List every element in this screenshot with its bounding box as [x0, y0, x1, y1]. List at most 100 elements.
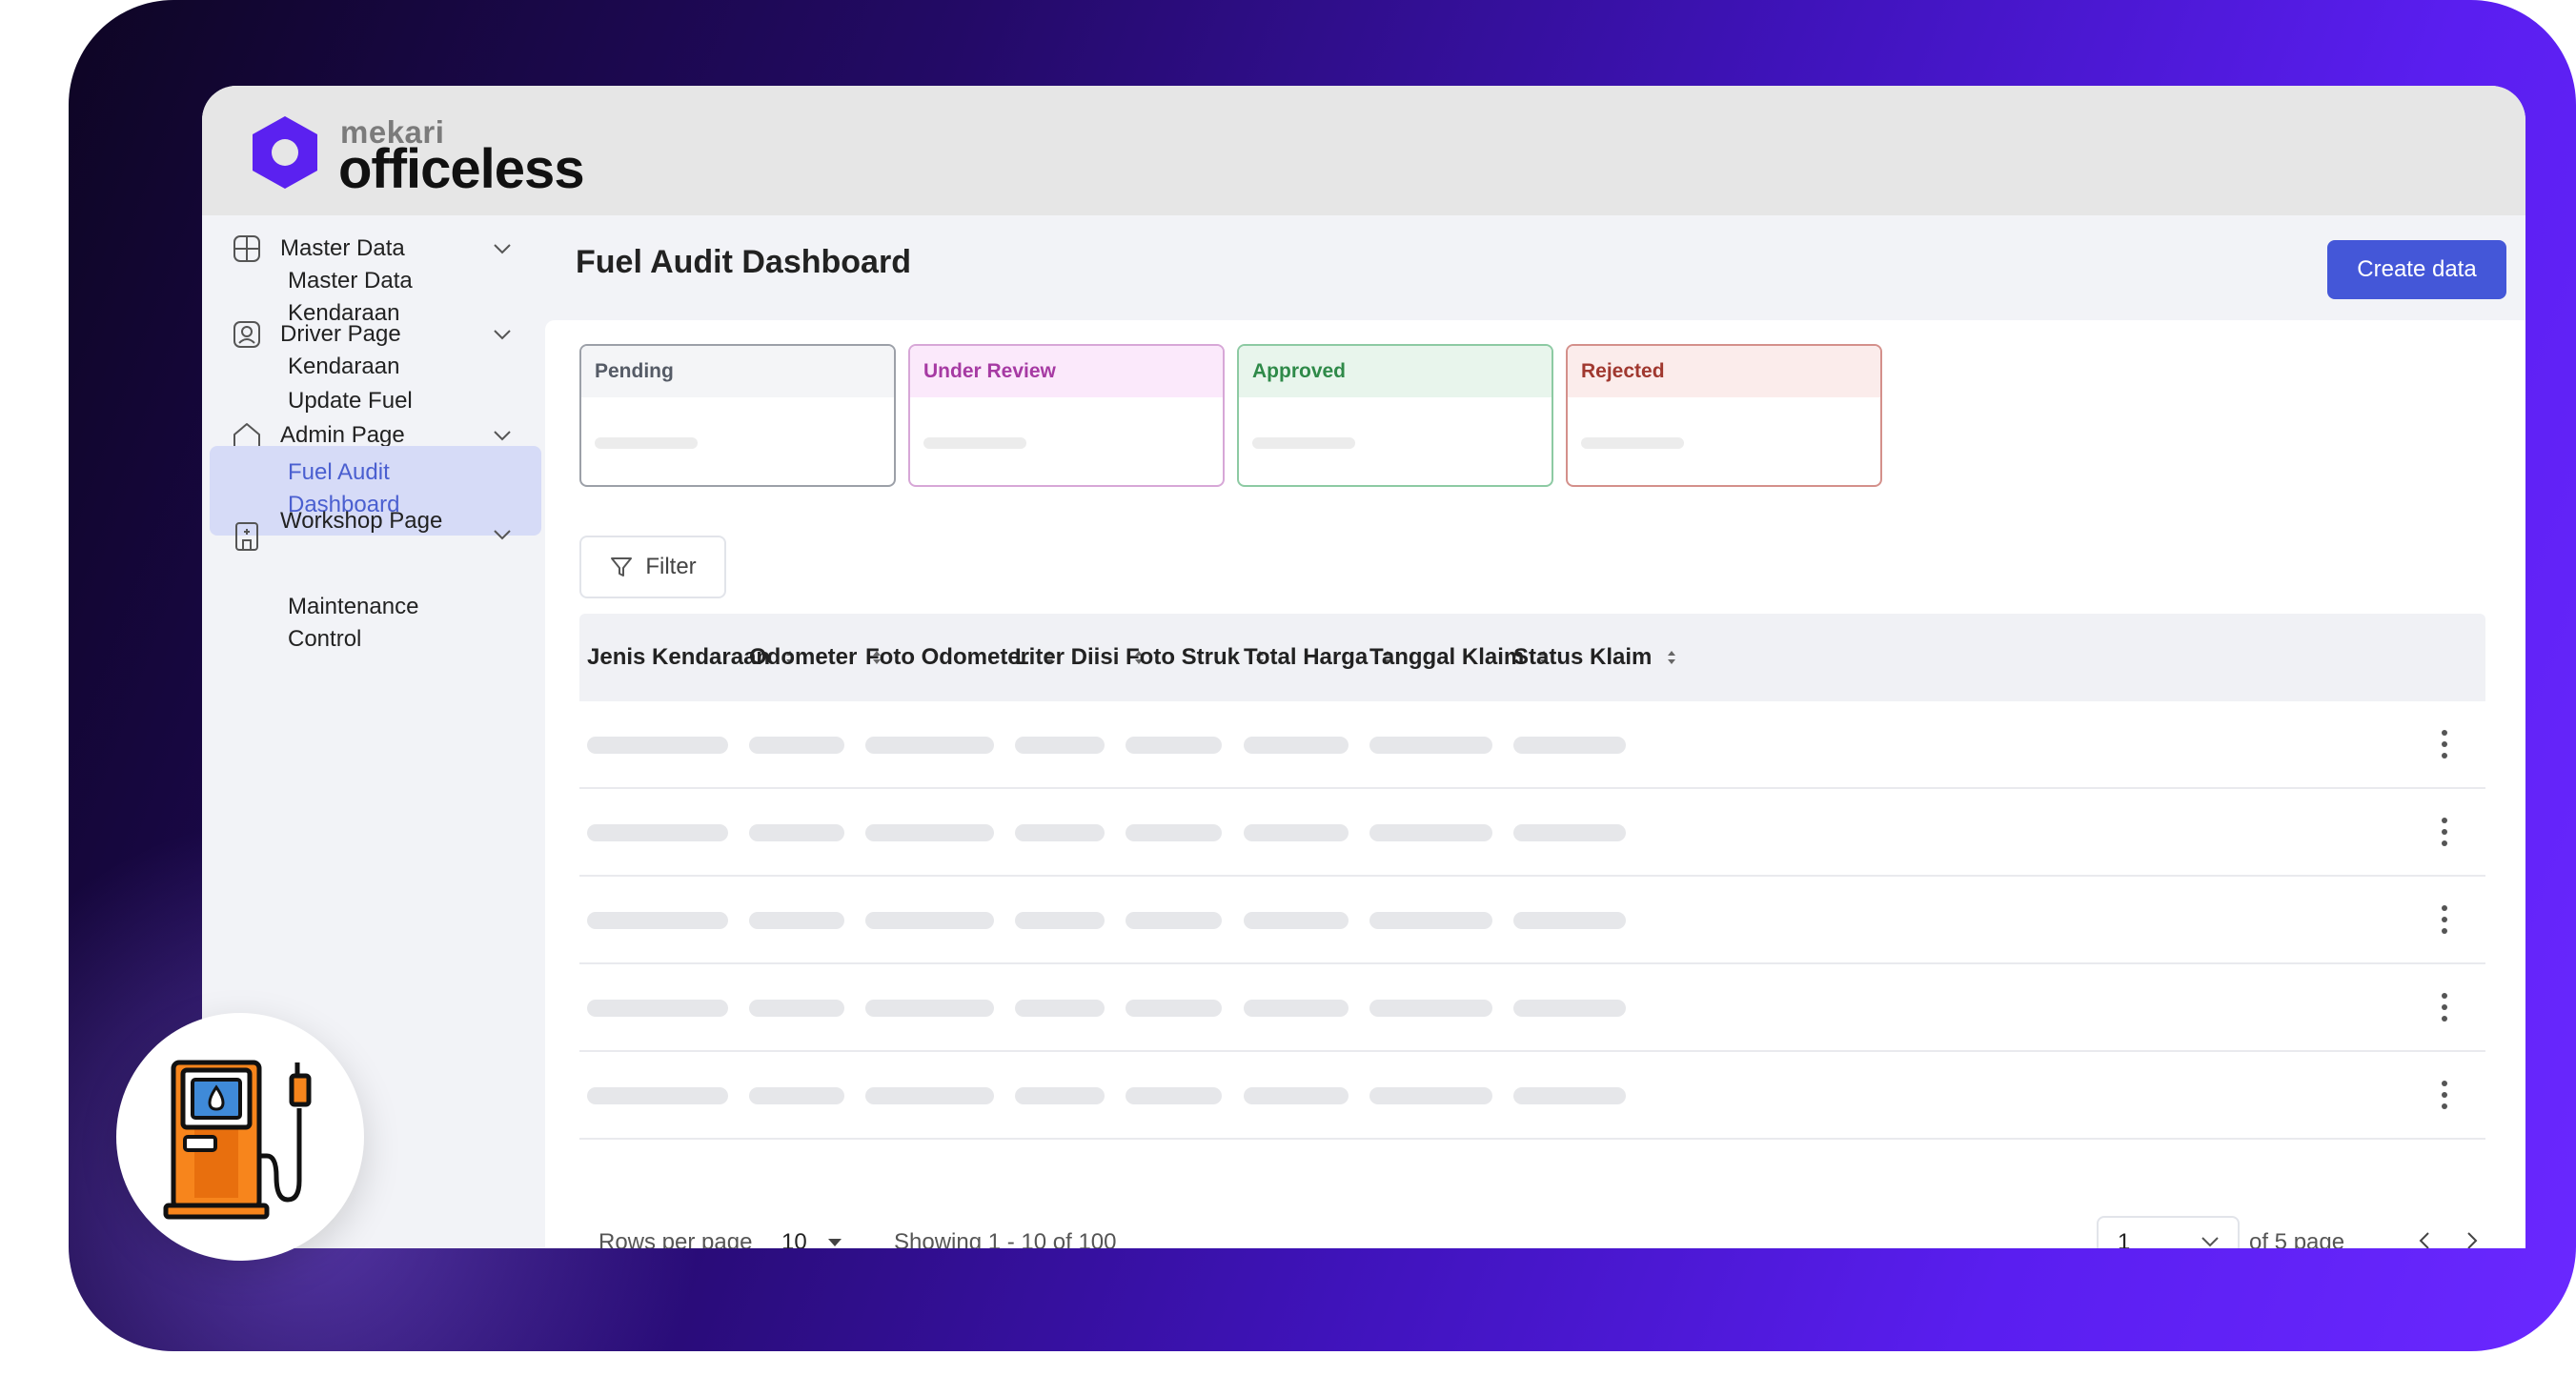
loading-placeholder	[1126, 737, 1222, 754]
rows-per-page-value: 10	[781, 1229, 807, 1248]
loading-placeholder	[587, 912, 728, 929]
loading-placeholder	[1015, 912, 1105, 929]
user-icon	[231, 318, 263, 351]
loading-placeholder	[1126, 1087, 1222, 1104]
column-header-label: Total Harga	[1244, 644, 1369, 670]
data-table: Jenis Kendaraan Odometer Foto Odometer Lite…	[579, 614, 2485, 1140]
sidebar-item-driver-page[interactable]: Driver Page	[231, 318, 517, 351]
sidebar-item-update-fuel[interactable]: Update Fuel	[288, 385, 517, 417]
building-icon	[231, 520, 263, 553]
loading-placeholder	[1244, 737, 1349, 754]
page-title: Fuel Audit Dashboard	[576, 244, 911, 280]
main-content: Fuel Audit Dashboard Create data Pending…	[543, 215, 2525, 1248]
loading-placeholder	[1126, 824, 1222, 841]
rows-per-page-label: Rows per page	[598, 1229, 753, 1248]
status-card-approved[interactable]: Approved	[1237, 344, 1553, 487]
page-select[interactable]: 1	[2097, 1216, 2240, 1248]
sidebar-item-master-data[interactable]: Master Data	[231, 233, 517, 265]
loading-placeholder	[1369, 737, 1492, 754]
chevron-left-icon[interactable]	[2413, 1227, 2436, 1248]
chevron-down-icon[interactable]	[488, 520, 517, 549]
logo-officeless: officeless	[338, 138, 585, 200]
status-card-rejected[interactable]: Rejected	[1566, 344, 1882, 487]
table-row	[579, 1052, 2485, 1140]
table-body	[579, 701, 2485, 1140]
loading-placeholder	[1513, 1000, 1626, 1017]
sidebar-item-label: Driver Page	[280, 321, 401, 347]
loading-placeholder	[865, 912, 994, 929]
table-row	[579, 964, 2485, 1052]
more-options-icon[interactable]	[2440, 816, 2449, 848]
loading-placeholder	[749, 912, 844, 929]
chevron-down-icon[interactable]	[488, 320, 517, 349]
loading-placeholder	[1244, 912, 1349, 929]
column-header-label: Status Klaim	[1513, 644, 1653, 670]
loading-placeholder	[587, 1000, 728, 1017]
table-row	[579, 701, 2485, 789]
chevron-right-icon[interactable]	[2461, 1227, 2484, 1248]
loading-placeholder	[595, 437, 698, 449]
loading-placeholder	[587, 824, 728, 841]
chevron-down-icon	[2201, 1237, 2219, 1247]
loading-placeholder	[1513, 737, 1626, 754]
column-header[interactable]: Odometer	[749, 614, 883, 701]
loading-placeholder	[1015, 1087, 1105, 1104]
filter-button[interactable]: Filter	[579, 536, 726, 598]
loading-placeholder	[923, 437, 1026, 449]
status-card-label: Rejected	[1568, 346, 1880, 397]
loading-placeholder	[587, 1087, 728, 1104]
loading-placeholder	[749, 824, 844, 841]
showing-range: Showing 1 - 10 of 100	[894, 1229, 1117, 1248]
loading-placeholder	[1126, 1000, 1222, 1017]
sidebar-item-label: Master Data	[280, 235, 405, 261]
fuel-pump-badge	[116, 1013, 364, 1261]
loading-placeholder	[1513, 824, 1626, 841]
loading-placeholder	[1513, 1087, 1626, 1104]
status-card-under-review[interactable]: Under Review	[908, 344, 1225, 487]
loading-placeholder	[1244, 1087, 1349, 1104]
status-card-pending[interactable]: Pending	[579, 344, 896, 487]
sidebar-item-maintenance-control[interactable]: Maintenance Control	[288, 591, 440, 656]
grid-icon	[231, 233, 263, 265]
loading-placeholder	[1244, 824, 1349, 841]
loading-placeholder	[865, 737, 994, 754]
loading-placeholder	[1015, 1000, 1105, 1017]
create-data-button[interactable]: Create data	[2327, 240, 2506, 299]
sidebar-item-kendaraan[interactable]: Kendaraan	[288, 351, 517, 383]
loading-placeholder	[865, 1000, 994, 1017]
column-header[interactable]: Status Klaim	[1513, 614, 1678, 701]
status-card-label: Pending	[581, 346, 894, 397]
column-header-label: Foto Struk	[1126, 644, 1240, 670]
more-options-icon[interactable]	[2440, 728, 2449, 760]
loading-placeholder	[1015, 737, 1105, 754]
logo-hexagon-icon	[253, 116, 317, 189]
fuel-pump-icon	[163, 1060, 312, 1220]
sort-icon[interactable]	[1665, 647, 1678, 668]
column-header-label: Tanggal Klaim	[1369, 644, 1525, 670]
loading-placeholder	[1581, 437, 1684, 449]
loading-placeholder	[865, 824, 994, 841]
loading-placeholder	[587, 737, 728, 754]
sidebar-item-workshop-page[interactable]: Workshop Page	[231, 505, 517, 553]
chevron-down-icon[interactable]	[488, 234, 517, 263]
loading-placeholder	[749, 737, 844, 754]
content-card: Pending Under Review Approved Rejected F…	[545, 320, 2525, 1248]
table-row	[579, 789, 2485, 877]
column-header-label: Liter Diisi	[1015, 644, 1120, 670]
more-options-icon[interactable]	[2440, 1079, 2449, 1111]
page-select-value: 1	[2118, 1229, 2131, 1248]
loading-placeholder	[1015, 824, 1105, 841]
loading-placeholder	[1513, 912, 1626, 929]
table-header: Jenis Kendaraan Odometer Foto Odometer Lite…	[579, 614, 2485, 701]
status-card-label: Approved	[1239, 346, 1552, 397]
filter-label: Filter	[645, 554, 697, 579]
loading-placeholder	[1126, 912, 1222, 929]
caret-down-icon	[827, 1239, 842, 1246]
more-options-icon[interactable]	[2440, 903, 2449, 936]
sidebar-item-label: Workshop Page	[280, 508, 443, 534]
column-header-label: Foto Odometer	[865, 644, 1029, 670]
more-options-icon[interactable]	[2440, 991, 2449, 1023]
loading-placeholder	[1369, 912, 1492, 929]
status-card-label: Under Review	[910, 346, 1223, 397]
rows-per-page-select[interactable]: 10	[781, 1229, 843, 1248]
